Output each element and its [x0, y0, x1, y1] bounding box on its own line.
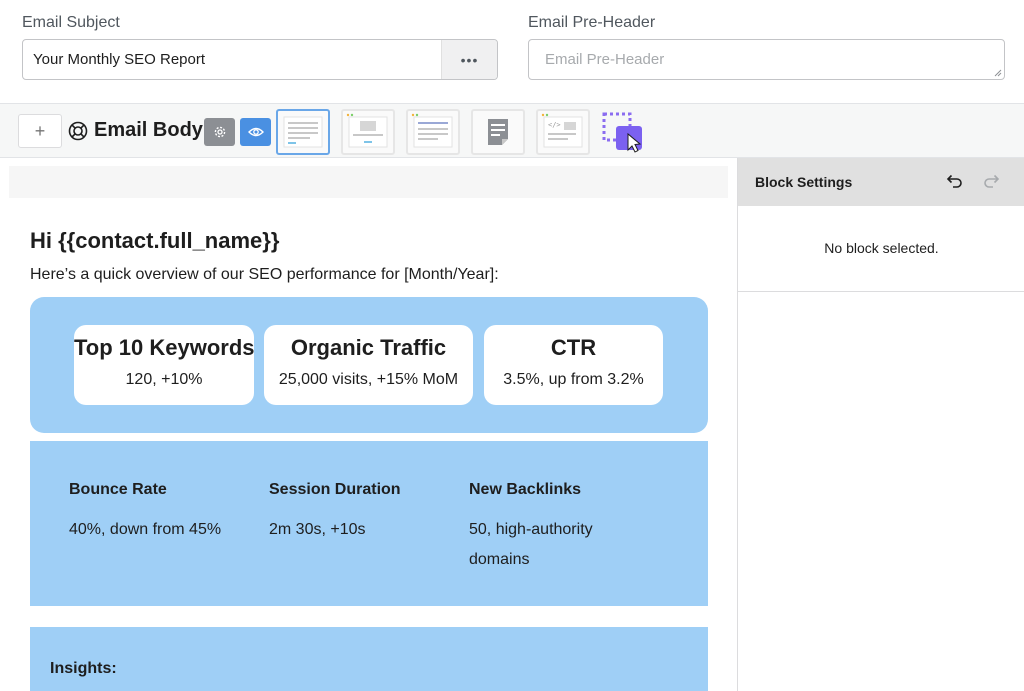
- preheader-placeholder[interactable]: Email Pre-Header: [545, 51, 664, 68]
- kpi-card[interactable]: Organic Traffic 25,000 visits, +15% MoM: [264, 325, 473, 405]
- template-note-icon[interactable]: [471, 109, 525, 155]
- stat-value: 50, high-authority domains: [469, 521, 593, 568]
- intro-text[interactable]: Here’s a quick overview of our SEO perfo…: [30, 266, 499, 284]
- kpi-card-title: Organic Traffic: [290, 335, 447, 360]
- insights-heading: Insights:: [50, 660, 117, 677]
- email-header-fields: Email Subject Your Monthly SEO Report ••…: [0, 0, 1024, 103]
- template-list-icon[interactable]: [406, 109, 460, 155]
- block-settings-title: Block Settings: [755, 174, 853, 190]
- svg-text:</>: </>: [548, 121, 561, 129]
- divider: [738, 291, 1024, 292]
- email-canvas: Hi {{contact.full_name}} Here’s a quick …: [0, 158, 737, 691]
- block-settings-header: Block Settings: [738, 158, 1024, 206]
- gear-icon: [214, 126, 225, 138]
- preheader-field[interactable]: Email Pre-Header: [528, 39, 1005, 80]
- no-block-message: No block selected.: [824, 240, 939, 256]
- template-image-icon[interactable]: [341, 109, 395, 155]
- stat-column[interactable]: Session Duration 2m 30s, +10s: [269, 481, 449, 545]
- template-text-icon[interactable]: [276, 109, 330, 155]
- stat-title: New Backlinks: [469, 481, 582, 498]
- stats-panel[interactable]: Bounce Rate 40%, down from 45% Session D…: [30, 441, 708, 606]
- header-block-strip[interactable]: [9, 166, 728, 198]
- resize-grip-icon[interactable]: [994, 69, 1002, 77]
- template-code-icon[interactable]: </>: [536, 109, 590, 155]
- kpi-card-title: CTR: [550, 335, 597, 360]
- subject-value[interactable]: Your Monthly SEO Report: [33, 51, 205, 68]
- kpi-cards-panel[interactable]: Top 10 Keywords 120, +10% Organic Traffi…: [30, 297, 708, 433]
- stat-column[interactable]: Bounce Rate 40%, down from 45%: [69, 481, 249, 545]
- stat-title: Session Duration: [269, 481, 401, 498]
- insights-panel[interactable]: Insights:: [30, 627, 708, 691]
- subject-more-button[interactable]: •••: [441, 40, 497, 79]
- kpi-card-value: 25,000 visits, +15% MoM: [278, 371, 459, 388]
- greeting-heading[interactable]: Hi {{contact.full_name}}: [30, 228, 279, 254]
- block-settings-panel: Block Settings No block selected.: [737, 158, 1024, 691]
- email-body-title: Email Body: [94, 119, 203, 141]
- kpi-card-title: Top 10 Keywords: [74, 335, 255, 360]
- preview-button[interactable]: [240, 118, 271, 146]
- redo-icon[interactable]: [982, 172, 1002, 192]
- add-block-button[interactable]: +: [18, 114, 62, 148]
- stat-title: Bounce Rate: [69, 481, 167, 498]
- select-block-cursor-icon[interactable]: [602, 112, 646, 154]
- stat-value: 40%, down from 45%: [69, 521, 222, 538]
- subject-field[interactable]: Your Monthly SEO Report •••: [22, 39, 498, 80]
- stat-column[interactable]: New Backlinks 50, high-authority domains: [469, 481, 619, 575]
- stat-value: 2m 30s, +10s: [269, 521, 366, 538]
- editor-toolbar: + Email Body </>: [0, 103, 1024, 158]
- kpi-card[interactable]: Top 10 Keywords 120, +10%: [74, 325, 255, 405]
- lifebuoy-icon: [68, 121, 88, 141]
- kpi-card-value: 3.5%, up from 3.2%: [503, 371, 644, 388]
- settings-button[interactable]: [204, 118, 235, 146]
- subject-label: Email Subject: [22, 14, 120, 31]
- eye-icon: [247, 127, 264, 137]
- undo-icon[interactable]: [944, 172, 964, 192]
- preheader-label: Email Pre-Header: [528, 14, 656, 31]
- kpi-card-value: 120, +10%: [125, 371, 203, 388]
- kpi-card[interactable]: CTR 3.5%, up from 3.2%: [484, 325, 663, 405]
